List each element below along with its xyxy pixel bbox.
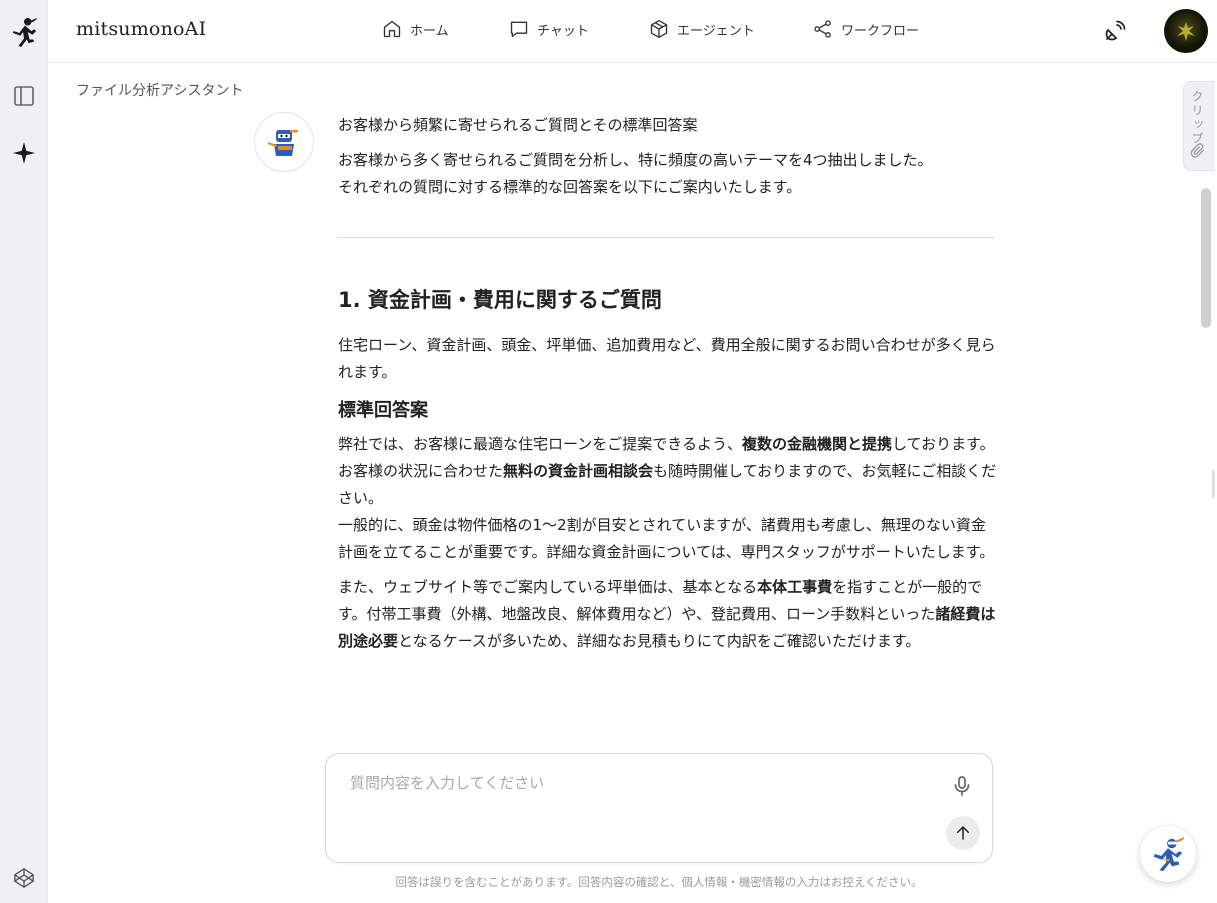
chat-icon [510, 21, 528, 38]
breadcrumb[interactable]: ファイル分析アシスタント [76, 80, 243, 100]
ninja-mascot-icon [1153, 836, 1185, 872]
answer-paragraph-3: 一般的に、頭金は物件価格の1〜2割が目安とされていますが、諸費用も考慮し、無理の… [338, 516, 995, 561]
assistant-message: お客様から頻繁に寄せられるご質問とその標準回答案 お客様から多く寄せられるご質問… [338, 112, 998, 744]
section-heading: 1. 資金計画・費用に関するご質問 [338, 288, 662, 312]
answer-paragraph-4: また、ウェブサイト等でご案内している坪単価は、基本となる本体工事費を指すことが一… [338, 578, 996, 650]
brand-name[interactable]: mitsumonoAI [76, 18, 206, 40]
nav-agent[interactable]: エージェント [649, 19, 755, 39]
message-title: お客様から頻繁に寄せられるご質問とその標準回答案 [338, 116, 698, 134]
nav-workflow-label: ワークフロー [841, 23, 920, 39]
chat-input-box [325, 753, 993, 863]
arrow-up-icon [957, 826, 969, 840]
codepen-icon[interactable] [10, 864, 38, 892]
sidebar-toggle-icon[interactable] [10, 82, 38, 110]
nav-home-label: ホーム [410, 23, 449, 39]
assistant-fab-button[interactable] [1140, 826, 1196, 882]
nav-home[interactable]: ホーム [382, 19, 449, 39]
top-header: mitsumonoAI ホーム チャット エージェント ワークフロー [48, 0, 1217, 63]
assistant-avatar [254, 112, 314, 172]
answer-paragraph-1: 弊社では、お客様に最適な住宅ローンをご提案できるよう、複数の金融機関と提携してお… [338, 435, 995, 453]
nav-chat-label: チャット [537, 23, 589, 39]
scroll-handle[interactable] [1212, 470, 1215, 498]
message-intro-2: それぞれの質問に対する標準的な回答案を以下にご案内いたします。 [338, 178, 802, 196]
question-input[interactable] [350, 774, 910, 792]
answer-paragraph-2: お客様の状況に合わせた無料の資金計画相談会も随時開催しておりますので、お気軽にご… [338, 462, 997, 507]
message-intro-1: お客様から多く寄せられるご質問を分析し、特に頻度の高いテーマを4つ抽出しました。 [338, 151, 933, 169]
disclaimer-text: 回答は誤りを含むことがあります。回答内容の確認と、個人情報・機密情報の入力はお控… [395, 875, 923, 889]
microphone-icon[interactable] [950, 774, 974, 798]
nav-chat[interactable]: チャット [509, 19, 589, 39]
divider [338, 237, 994, 238]
left-rail [0, 0, 48, 903]
sparkle-icon[interactable] [10, 139, 38, 167]
nav-workflow[interactable]: ワークフロー [813, 19, 919, 39]
home-icon [383, 20, 401, 38]
answer-heading: 標準回答案 [338, 400, 428, 421]
workflow-icon [814, 20, 831, 38]
clip-tab-label: クリップ [1190, 90, 1204, 146]
paperclip-icon [1190, 143, 1204, 158]
cube-icon [650, 20, 668, 38]
user-avatar[interactable] [1164, 9, 1208, 53]
ninja-logo-icon[interactable] [10, 18, 38, 47]
send-button[interactable] [946, 816, 980, 850]
nav-agent-label: エージェント [677, 23, 755, 39]
scrollbar-thumb[interactable] [1201, 188, 1211, 328]
satellite-icon[interactable] [1103, 19, 1127, 43]
section-description: 住宅ローン、資金計画、頭金、坪単価、追加費用など、費用全般に関するお問い合わせが… [338, 336, 996, 381]
